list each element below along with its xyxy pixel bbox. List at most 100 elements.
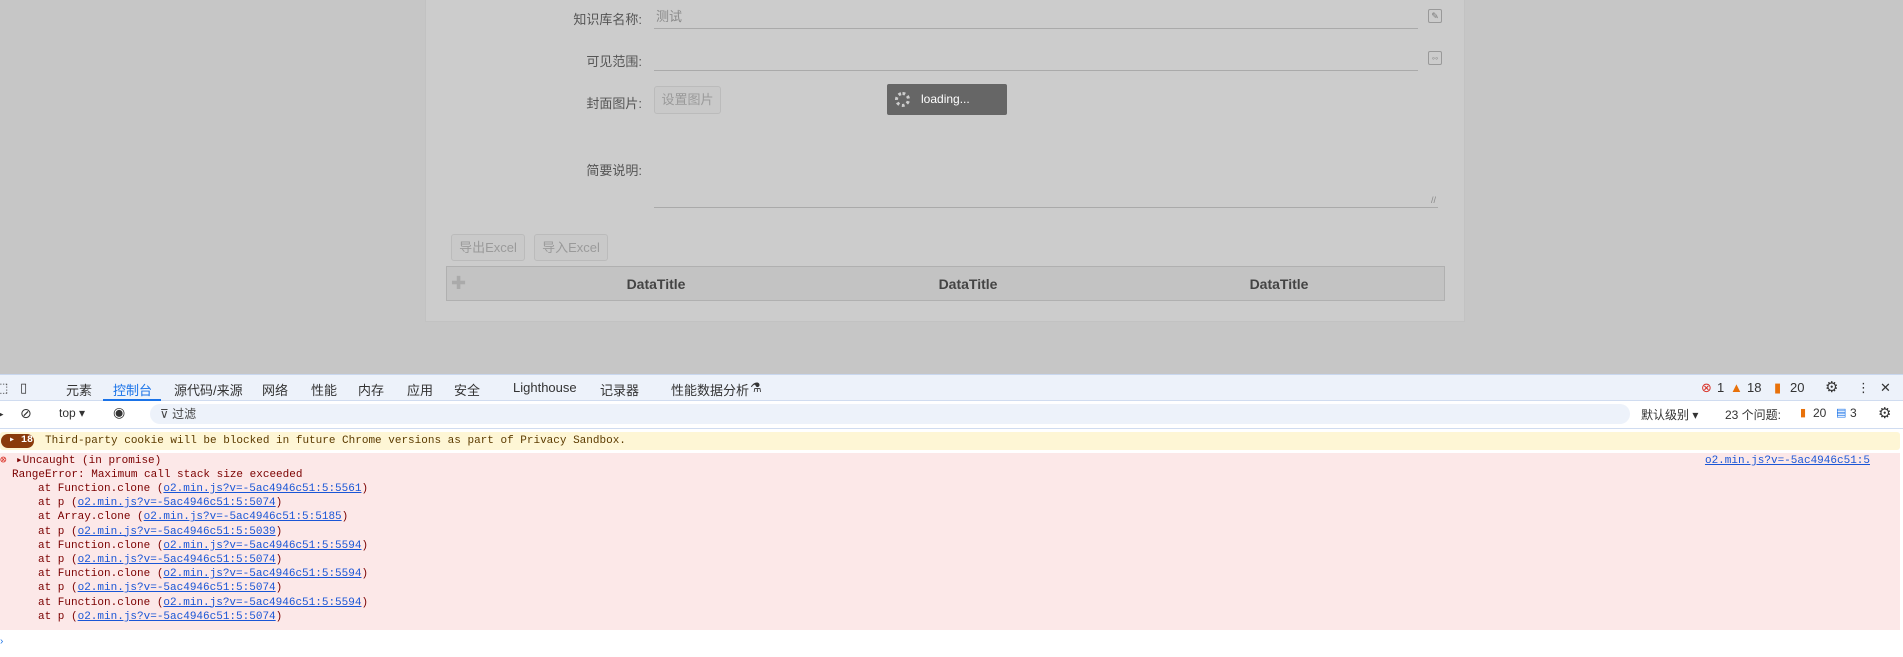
- tab-recorder[interactable]: 记录器: [600, 380, 639, 399]
- warning-group-badge[interactable]: ▸ 18: [1, 434, 34, 448]
- stack-frame-link[interactable]: o2.min.js?v=-5ac4946c51:5:5594: [163, 540, 361, 552]
- devtools-tab-bar: ⬚ ▯ 元素 控制台 源代码/来源 网络 性能 内存 应用 安全 Lightho…: [0, 374, 1903, 401]
- close-icon[interactable]: ✕: [1880, 380, 1891, 396]
- stack-frame-link[interactable]: o2.min.js?v=-5ac4946c51:5:5039: [78, 526, 276, 538]
- stack-frame: at Function.clone (o2.min.js?v=-5ac4946c…: [38, 539, 368, 553]
- cover-label: 封面图片:: [586, 96, 642, 111]
- stack-frame-function: at Array.clone (: [38, 511, 144, 524]
- error-icon: ⊗: [0, 455, 7, 467]
- error-source-link[interactable]: o2.min.js?v=-5ac4946c51:5: [1705, 454, 1870, 468]
- flask-icon: ⚗: [750, 380, 762, 395]
- error-count[interactable]: 1: [1717, 380, 1724, 395]
- data-table-header: ✚ DataTitle DataTitle DataTitle: [446, 266, 1445, 301]
- stack-frame: at Array.clone (o2.min.js?v=-5ac4946c51:…: [38, 510, 348, 524]
- spinner-icon: [895, 92, 910, 107]
- tab-security[interactable]: 安全: [454, 380, 480, 399]
- tab-performance-insights[interactable]: 性能数据分析: [671, 380, 749, 399]
- issues-label[interactable]: 23 个问题:: [1725, 406, 1781, 423]
- resize-handle-icon[interactable]: //: [1431, 195, 1436, 205]
- stack-frame-suffix: ): [341, 511, 349, 524]
- stack-frame-link[interactable]: o2.min.js?v=-5ac4946c51:5:5594: [163, 597, 361, 609]
- filter-input[interactable]: ⊽ 过滤: [150, 404, 1630, 424]
- inspect-element-icon[interactable]: ⬚: [0, 380, 8, 396]
- stack-frame-link[interactable]: o2.min.js?v=-5ac4946c51:5:5074: [78, 611, 276, 623]
- warning-message: Third-party cookie will be blocked in fu…: [45, 435, 626, 447]
- warning-count[interactable]: 18: [1747, 380, 1761, 395]
- stack-frame-function: at p (: [38, 525, 78, 538]
- settings-icon[interactable]: ⚙: [1825, 378, 1838, 396]
- loading-indicator: loading...: [887, 84, 1007, 115]
- stack-frame-link[interactable]: o2.min.js?v=-5ac4946c51:5:5074: [78, 554, 276, 566]
- tab-memory[interactable]: 内存: [358, 380, 384, 399]
- scope-input[interactable]: [654, 47, 1418, 71]
- error-expand-toggle[interactable]: ▸Uncaught (in promise): [16, 454, 161, 468]
- edit-icon[interactable]: ✎: [1428, 9, 1442, 23]
- tab-lighthouse[interactable]: Lighthouse: [513, 380, 577, 395]
- tab-elements[interactable]: 元素: [66, 380, 92, 399]
- tab-performance[interactable]: 性能: [311, 380, 337, 399]
- issue-info-icon: ▤: [1836, 407, 1847, 419]
- issue-count[interactable]: 20: [1790, 380, 1804, 395]
- filter-icon: ⊽: [160, 407, 173, 421]
- stack-frame-function: at Function.clone (: [38, 568, 164, 581]
- stack-frame-suffix: ): [361, 483, 369, 495]
- issue-icon[interactable]: ▮: [1774, 380, 1781, 396]
- stack-frame-function: at Function.clone (: [38, 539, 164, 552]
- context-value: top: [59, 406, 76, 420]
- column-header: DataTitle: [938, 276, 998, 292]
- stack-frame: at p (o2.min.js?v=-5ac4946c51:5:5074): [38, 581, 282, 595]
- export-excel-button[interactable]: 导出Excel: [451, 234, 525, 261]
- context-select[interactable]: top ▾: [59, 406, 85, 420]
- warning-message-row[interactable]: ▸ 18 Third-party cookie will be blocked …: [0, 432, 1900, 450]
- console-settings-icon[interactable]: ⚙: [1878, 404, 1891, 422]
- description-textarea[interactable]: //: [654, 140, 1438, 208]
- error-message-row: ⊗ ▸Uncaught (in promise) o2.min.js?v=-5a…: [0, 453, 1900, 630]
- stack-frame: at Function.clone (o2.min.js?v=-5ac4946c…: [38, 596, 368, 610]
- stack-frame-function: at Function.clone (: [38, 483, 164, 495]
- issues-info-count[interactable]: 3: [1850, 406, 1857, 420]
- more-options-icon[interactable]: ⋮: [1857, 380, 1870, 396]
- stack-frame: at p (o2.min.js?v=-5ac4946c51:5:5074): [38, 496, 282, 510]
- stack-frame-link[interactable]: o2.min.js?v=-5ac4946c51:5:5074: [78, 582, 276, 594]
- people-picker-icon[interactable]: ◦◦: [1428, 51, 1442, 65]
- stack-frame-function: at Function.clone (: [38, 596, 164, 609]
- device-toolbar-icon[interactable]: ▯: [20, 380, 27, 396]
- stack-frame-link[interactable]: o2.min.js?v=-5ac4946c51:5:5185: [144, 511, 342, 523]
- issue-warning-icon: ▮: [1800, 407, 1807, 419]
- stack-frame: at Function.clone (o2.min.js?v=-5ac4946c…: [38, 567, 368, 581]
- scope-label: 可见范围:: [586, 54, 642, 69]
- name-input[interactable]: 测试: [654, 5, 1418, 29]
- import-excel-button[interactable]: 导入Excel: [534, 234, 608, 261]
- knowledge-base-form: 知识库名称: 测试 ✎ 可见范围: ◦◦ 封面图片: 设置图片 loading.…: [425, 0, 1465, 322]
- description-label: 简要说明:: [586, 163, 642, 178]
- stack-frame-suffix: ): [275, 525, 283, 538]
- name-label: 知识库名称:: [573, 12, 642, 27]
- log-level-select[interactable]: 默认级别 ▾: [1641, 406, 1698, 423]
- clear-console-icon[interactable]: ⊘: [20, 405, 32, 422]
- warning-icon[interactable]: ▲: [1730, 380, 1743, 395]
- issues-warning-count[interactable]: 20: [1813, 406, 1826, 420]
- stack-frame-suffix: ): [275, 554, 283, 566]
- stack-frame: at p (o2.min.js?v=-5ac4946c51:5:5074): [38, 610, 282, 624]
- console-prompt-icon[interactable]: ›: [0, 636, 3, 647]
- stack-frame: at p (o2.min.js?v=-5ac4946c51:5:5074): [38, 553, 282, 567]
- tab-sources[interactable]: 源代码/来源: [174, 380, 243, 399]
- stack-frame-link[interactable]: o2.min.js?v=-5ac4946c51:5:5074: [78, 497, 276, 509]
- error-title: Uncaught (in promise): [22, 455, 162, 467]
- loading-text: loading...: [921, 92, 970, 106]
- tab-network[interactable]: 网络: [262, 380, 288, 399]
- stack-frame-function: at p (: [38, 610, 78, 623]
- devtools-panel: ⬚ ▯ 元素 控制台 源代码/来源 网络 性能 内存 应用 安全 Lightho…: [0, 374, 1903, 657]
- tab-console[interactable]: 控制台: [113, 380, 152, 399]
- stack-frame-link[interactable]: o2.min.js?v=-5ac4946c51:5:5561: [163, 483, 361, 495]
- sidebar-toggle-icon[interactable]: ▸: [0, 406, 4, 422]
- stack-frame-function: at p (: [38, 582, 78, 595]
- set-cover-button[interactable]: 设置图片: [654, 86, 721, 114]
- error-icon[interactable]: ⊗: [1701, 380, 1712, 396]
- add-row-icon[interactable]: ✚: [451, 273, 466, 294]
- tab-application[interactable]: 应用: [407, 380, 433, 399]
- live-expression-eye-icon[interactable]: ◉: [113, 404, 125, 421]
- stack-frame-link[interactable]: o2.min.js?v=-5ac4946c51:5:5594: [163, 568, 361, 580]
- stack-frame-function: at p (: [38, 554, 78, 566]
- console-toolbar: ▸ ⊘ top ▾ ◉ ⊽ 过滤 默认级别 ▾ 23 个问题: ▮ 20 ▤ 3…: [0, 401, 1903, 429]
